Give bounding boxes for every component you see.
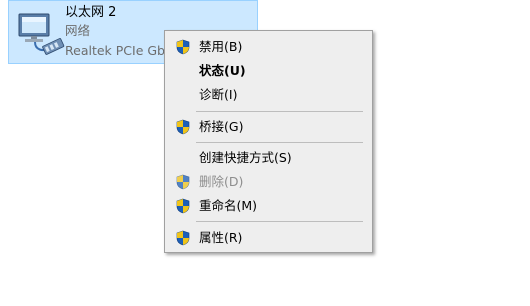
menu-separator (196, 221, 363, 222)
menu-item-bridge[interactable]: 桥接(G) (167, 116, 370, 138)
menu-item-rename[interactable]: 重命名(M) (167, 195, 370, 217)
adapter-device-name: Realtek PCIe Gb (65, 43, 165, 58)
menu-item-label: 属性(R) (199, 230, 243, 245)
menu-item-label: 桥接(G) (199, 119, 244, 134)
uac-shield-icon (175, 174, 191, 190)
menu-item-delete[interactable]: 删除(D) (167, 171, 370, 193)
adapter-type: 网络 (65, 23, 91, 38)
menu-item-disable[interactable]: 禁用(B) (167, 36, 370, 58)
menu-item-create-shortcut[interactable]: 创建快捷方式(S) (167, 147, 370, 169)
menu-item-properties[interactable]: 属性(R) (167, 227, 370, 249)
uac-shield-icon (175, 39, 191, 55)
uac-shield-icon (175, 198, 191, 214)
context-menu: 禁用(B) 状态(U) 诊断(I) 桥接(G) 创建快捷方式(S) 删除(D) … (164, 30, 373, 253)
menu-separator (196, 142, 363, 143)
menu-item-label: 删除(D) (199, 174, 244, 189)
uac-shield-icon (175, 119, 191, 135)
network-adapter-icon (13, 6, 69, 62)
menu-item-status[interactable]: 状态(U) (167, 60, 370, 82)
menu-separator (196, 111, 363, 112)
menu-item-diagnose[interactable]: 诊断(I) (167, 84, 370, 106)
menu-item-label: 创建快捷方式(S) (199, 150, 292, 165)
uac-shield-icon (175, 230, 191, 246)
adapter-name: 以太网 2 (65, 5, 117, 20)
menu-item-label: 禁用(B) (199, 39, 243, 54)
menu-item-label: 诊断(I) (199, 87, 238, 102)
menu-item-label: 重命名(M) (199, 198, 258, 213)
menu-item-label: 状态(U) (199, 63, 246, 78)
